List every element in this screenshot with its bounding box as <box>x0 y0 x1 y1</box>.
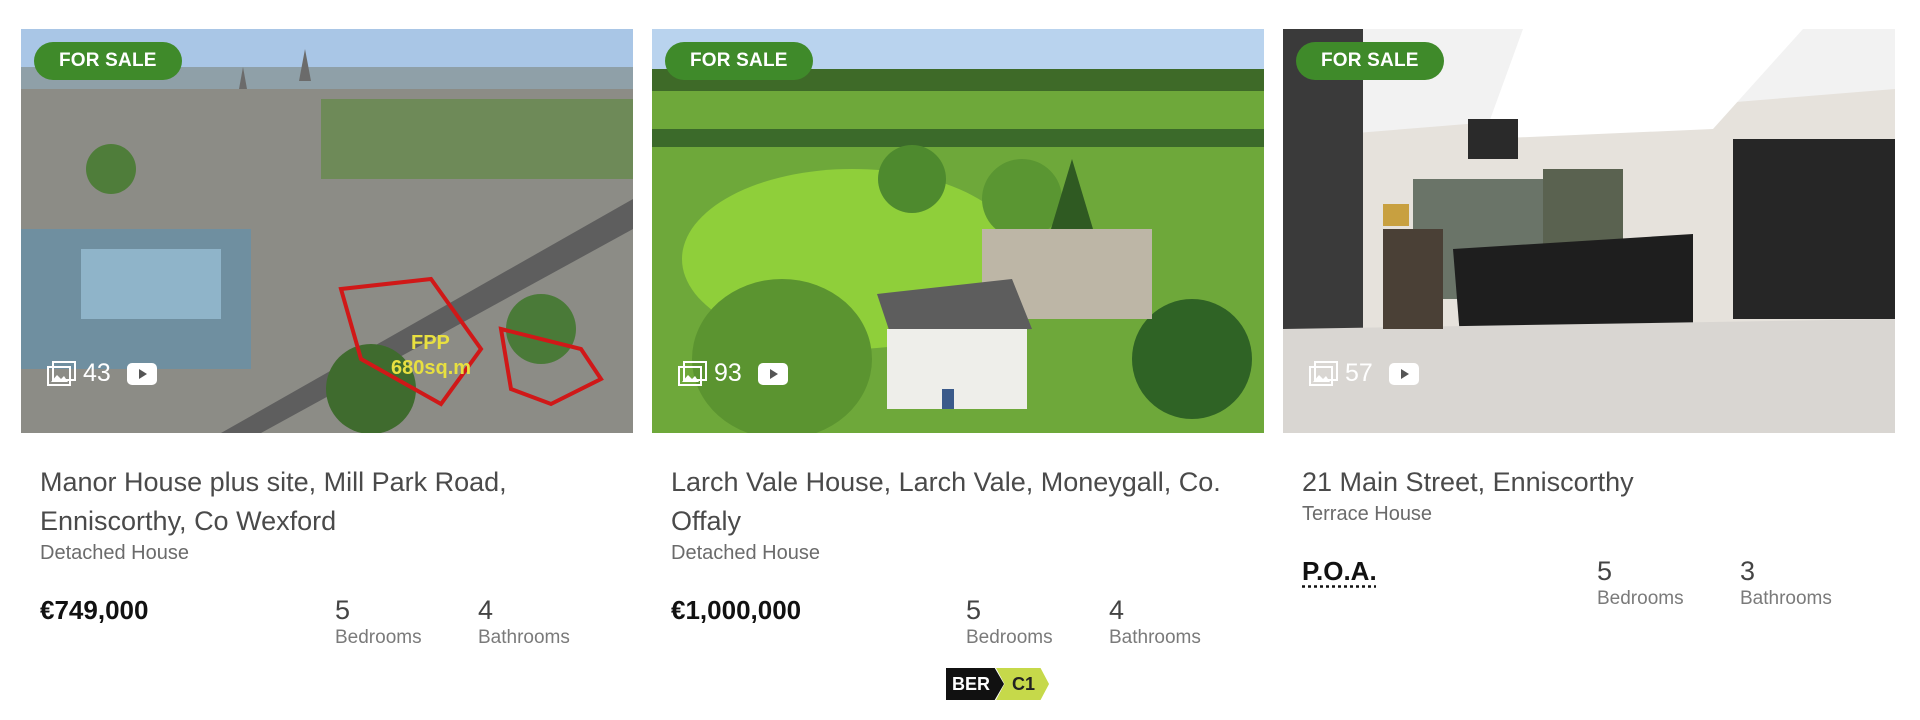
status-badge: FOR SALE <box>665 42 813 80</box>
bedrooms-count: 5 <box>966 595 982 625</box>
listing-photo[interactable]: FOR SALE 93 <box>652 29 1264 433</box>
listing-title[interactable]: Manor House plus site, Mill Park Road, E… <box>40 463 613 541</box>
price: €1,000,000 <box>671 595 802 625</box>
area-overlay-label: 680sq.m <box>391 357 471 379</box>
media-counter[interactable]: 43 <box>47 359 157 388</box>
property-type: Detached House <box>671 542 820 564</box>
price[interactable]: P.O.A. <box>1302 556 1377 587</box>
listing-photo[interactable]: FPP 680sq.m FOR SALE 43 <box>21 29 633 433</box>
listing-grid: FPP 680sq.m FOR SALE 43 Manor House plus… <box>21 29 1895 665</box>
media-counter[interactable]: 57 <box>1309 359 1419 388</box>
listing-card[interactable]: FOR SALE 93 Larch Vale House, Larch Vale… <box>652 29 1264 665</box>
status-badge: FOR SALE <box>34 42 182 80</box>
listing-title[interactable]: 21 Main Street, Enniscorthy <box>1302 463 1875 502</box>
bathrooms-stat: 4 Bathrooms <box>1109 595 1201 649</box>
bedrooms-count: 5 <box>1597 556 1613 586</box>
listing-meta: €749,000 5 Bedrooms 4 Bathrooms <box>21 595 633 665</box>
photo-count: 57 <box>1345 359 1373 387</box>
fpp-overlay-label: FPP <box>411 332 450 354</box>
gallery-icon <box>678 360 707 386</box>
listing-meta: €1,000,000 5 Bedrooms 4 Bathrooms <box>652 595 1264 665</box>
bathrooms-count: 3 <box>1740 556 1756 586</box>
listing-photo[interactable]: FOR SALE 57 <box>1283 29 1895 433</box>
property-type: Detached House <box>40 542 189 564</box>
photo-count: 43 <box>83 359 111 387</box>
video-play-icon[interactable] <box>757 362 788 385</box>
photo-count: 93 <box>714 359 742 387</box>
listing-card[interactable]: FOR SALE 57 21 Main Street, Enniscorthy … <box>1283 29 1895 665</box>
gallery-icon <box>47 360 76 386</box>
bathrooms-count: 4 <box>1109 595 1125 625</box>
bedrooms-stat: 5 Bedrooms <box>1597 556 1684 610</box>
bathrooms-stat: 3 Bathrooms <box>1740 556 1832 610</box>
bedrooms-stat: 5 Bedrooms <box>335 595 422 649</box>
property-type: Terrace House <box>1302 503 1433 525</box>
bathrooms-stat: 4 Bathrooms <box>478 595 570 649</box>
gallery-icon <box>1309 360 1338 386</box>
listing-meta: P.O.A. 5 Bedrooms 3 Bathrooms <box>1283 556 1895 626</box>
listing-card[interactable]: FPP 680sq.m FOR SALE 43 Manor House plus… <box>21 29 633 665</box>
bathrooms-label: Bathrooms <box>478 627 570 648</box>
media-counter[interactable]: 93 <box>678 359 788 388</box>
price: €749,000 <box>40 595 149 625</box>
bathrooms-label: Bathrooms <box>1740 588 1832 609</box>
ber-label: BER <box>946 668 1005 700</box>
video-play-icon[interactable] <box>1388 362 1419 385</box>
bathrooms-count: 4 <box>478 595 494 625</box>
bedrooms-label: Bedrooms <box>966 627 1053 648</box>
status-badge: FOR SALE <box>1296 42 1444 80</box>
video-play-icon[interactable] <box>126 362 157 385</box>
bedrooms-label: Bedrooms <box>1597 588 1684 609</box>
bathrooms-label: Bathrooms <box>1109 627 1201 648</box>
listing-title[interactable]: Larch Vale House, Larch Vale, Moneygall,… <box>671 463 1244 541</box>
bedrooms-count: 5 <box>335 595 351 625</box>
bedrooms-label: Bedrooms <box>335 627 422 648</box>
bedrooms-stat: 5 Bedrooms <box>966 595 1053 649</box>
ber-rating-badge: BER C1 <box>946 668 1050 700</box>
